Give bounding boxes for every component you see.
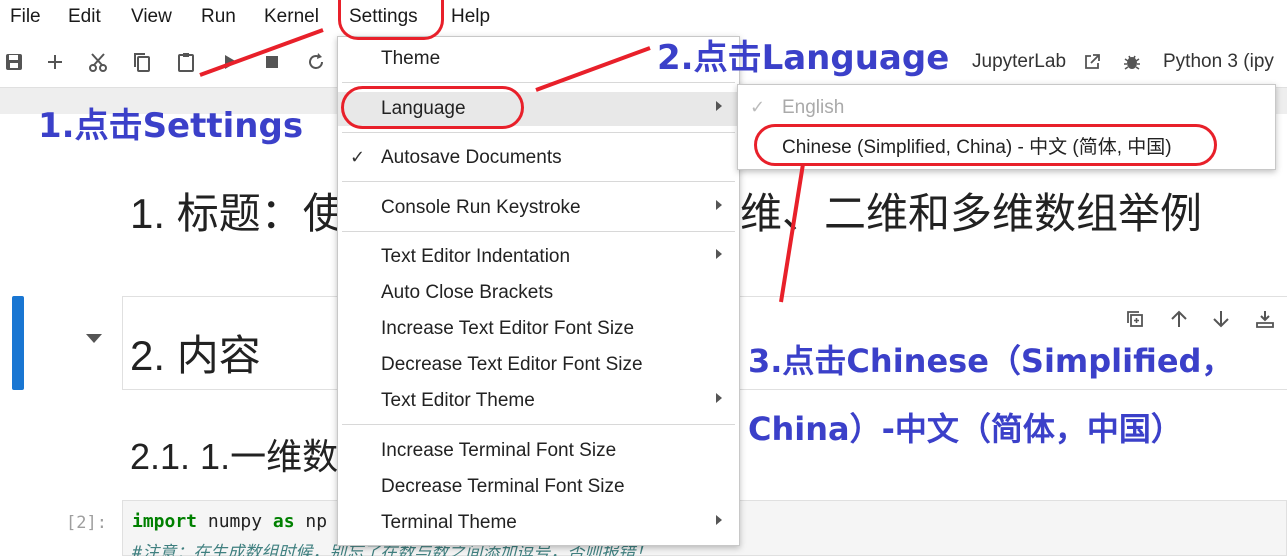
arrow-step3: [779, 163, 805, 303]
annotation-step3-line1: 3.点击Chinese（Simplified，: [748, 342, 1234, 380]
arrow-step2: [535, 46, 651, 92]
annotation-step2: 2.点击Language: [657, 38, 950, 78]
annotation-arrows: [199, 28, 805, 303]
annotation-step1: 1.点击Settings: [38, 106, 304, 146]
arrow-step1: [199, 28, 324, 77]
annotation-step3-line2: China）-中文（简体，中国）: [748, 410, 1183, 448]
